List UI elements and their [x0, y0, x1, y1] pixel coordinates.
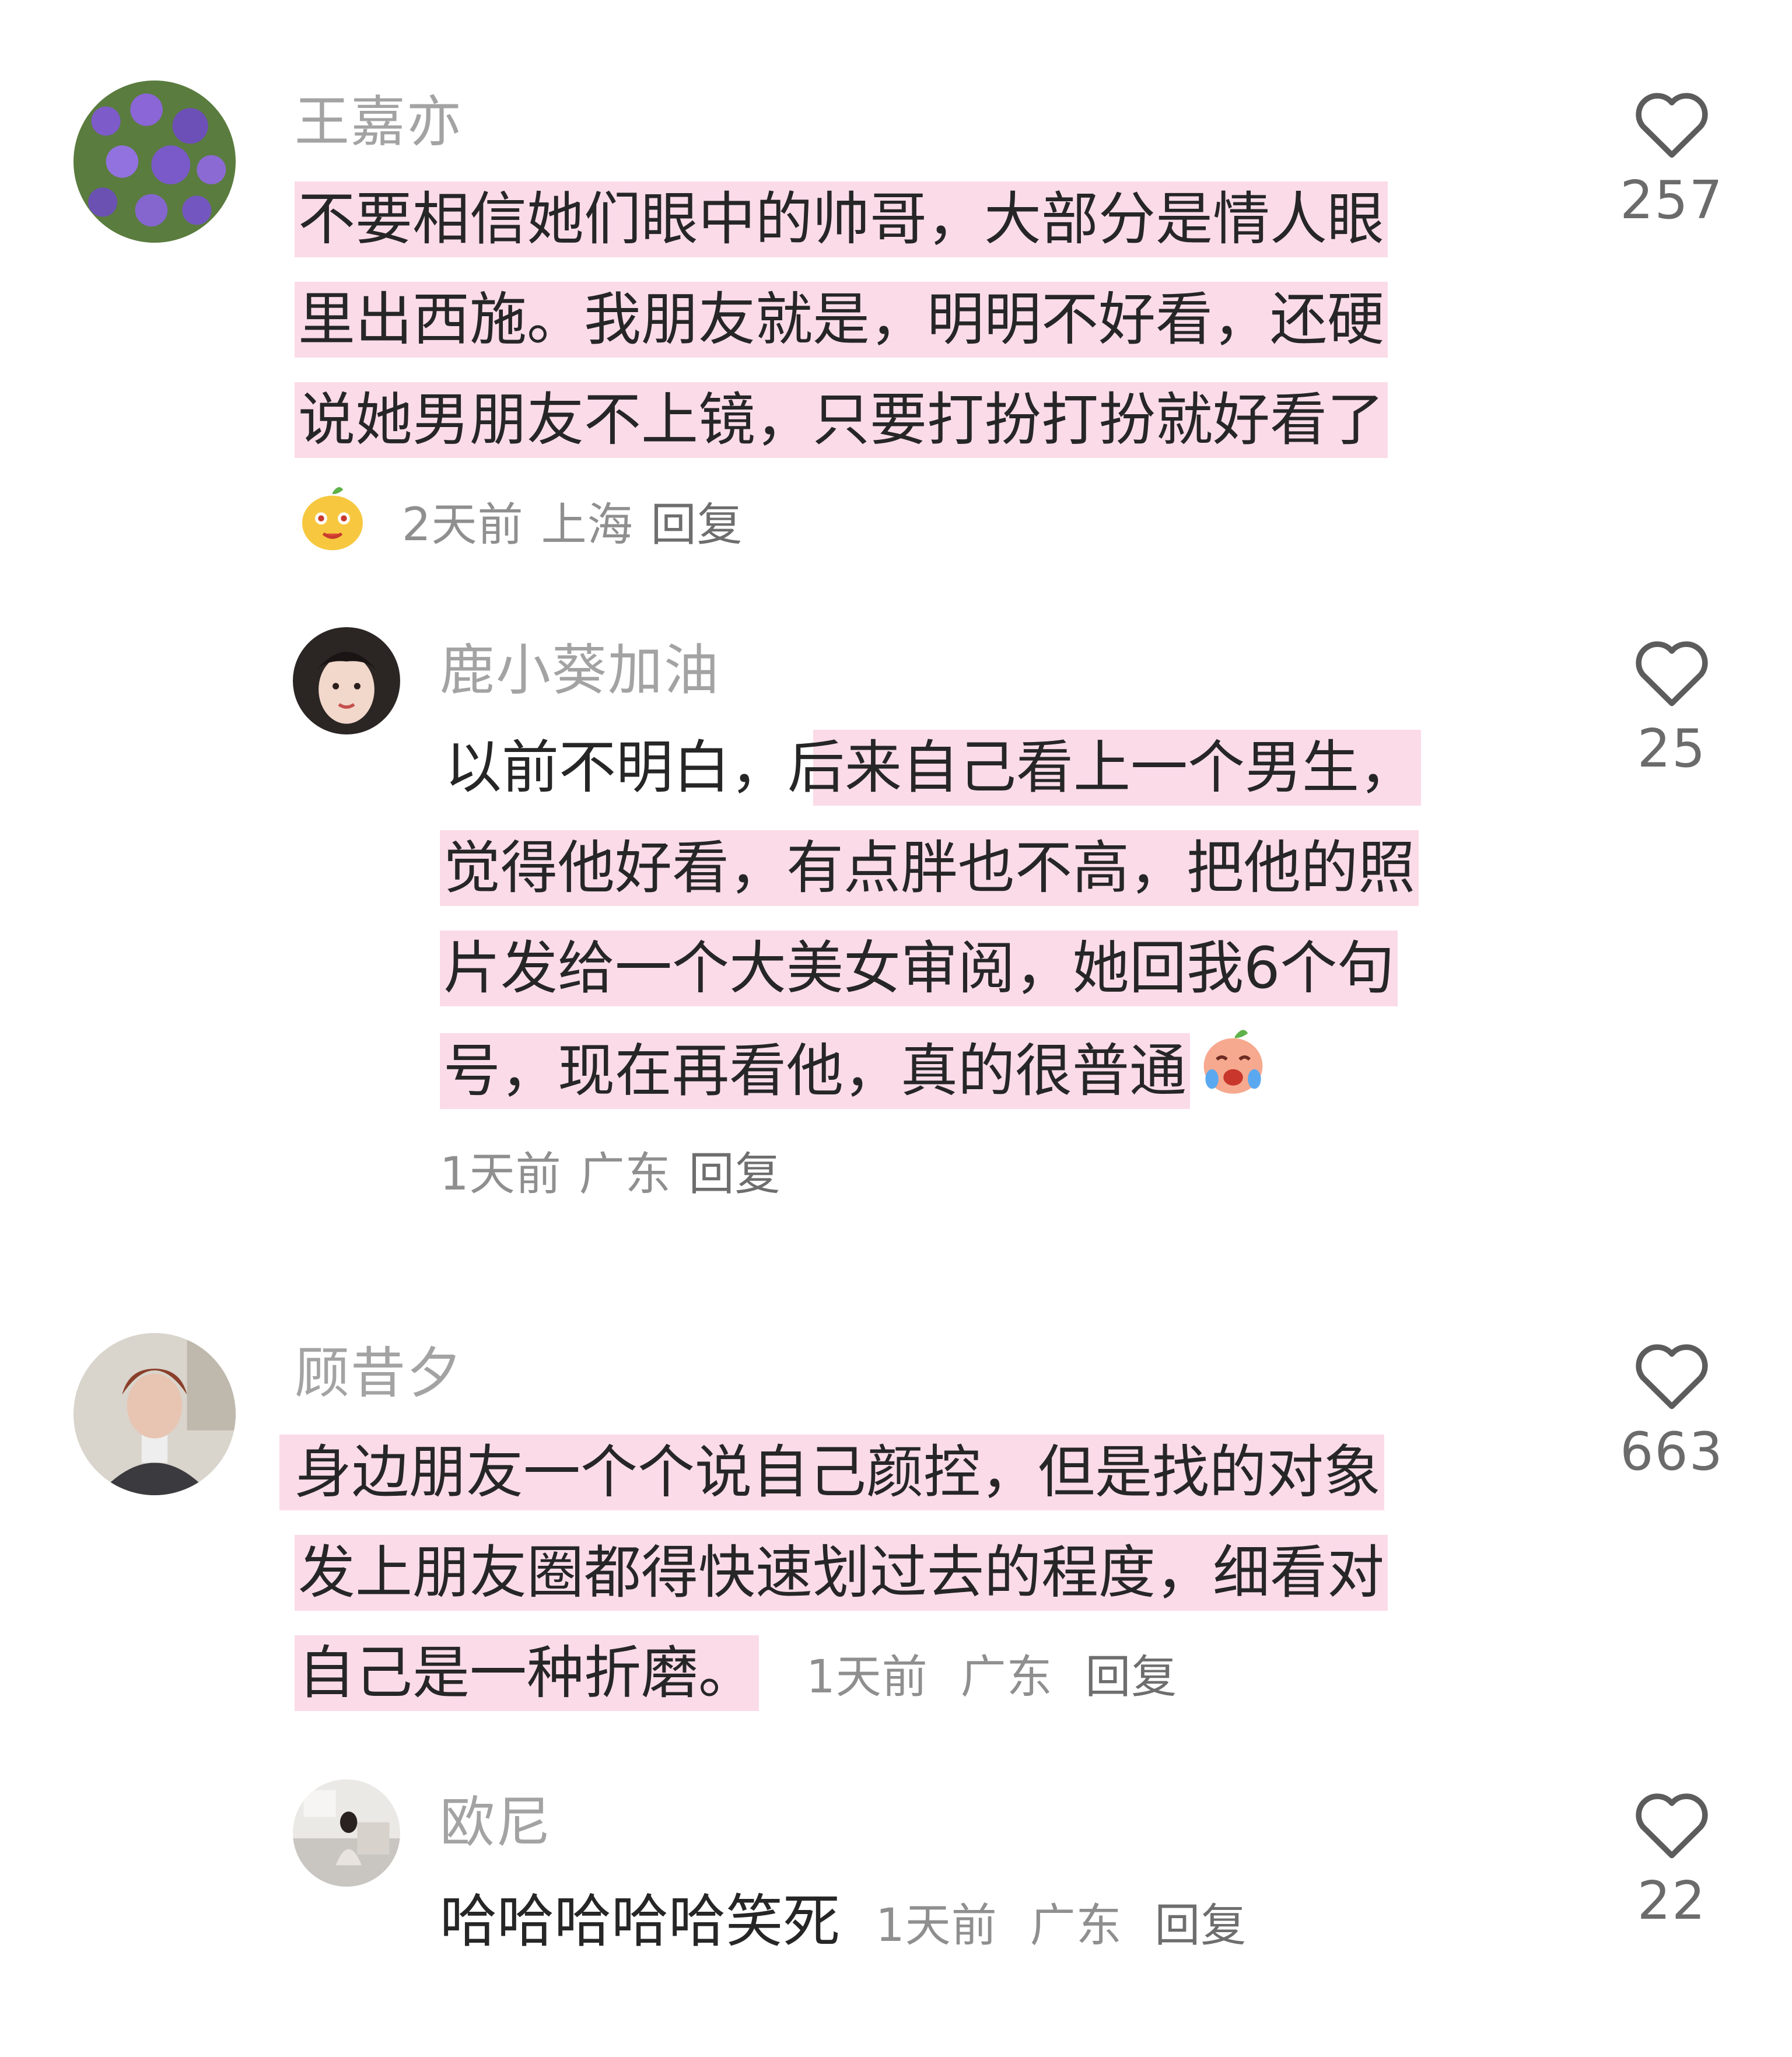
heart-icon	[1636, 1793, 1708, 1859]
username[interactable]: 欧尼	[440, 1788, 552, 1858]
like-button[interactable]: 22	[1614, 1788, 1730, 1930]
avatar[interactable]	[293, 1779, 400, 1887]
comment-4: 欧尼 哈哈哈哈哈笑死 1天前 广东 回复 22	[0, 0, 1792, 2057]
location: 广东	[1030, 1899, 1122, 1952]
room-avatar-image	[293, 1779, 400, 1887]
like-count: 22	[1637, 1870, 1707, 1932]
comment-line: 哈哈哈哈哈笑死	[440, 1888, 841, 1955]
comment-text: 哈哈哈哈哈笑死 1天前 广东 回复	[440, 1871, 1247, 1972]
comment-meta: 1天前 广东 回复	[876, 1899, 1247, 1952]
timestamp: 1天前	[876, 1899, 998, 1952]
reply-button[interactable]: 回复	[1154, 1899, 1247, 1952]
